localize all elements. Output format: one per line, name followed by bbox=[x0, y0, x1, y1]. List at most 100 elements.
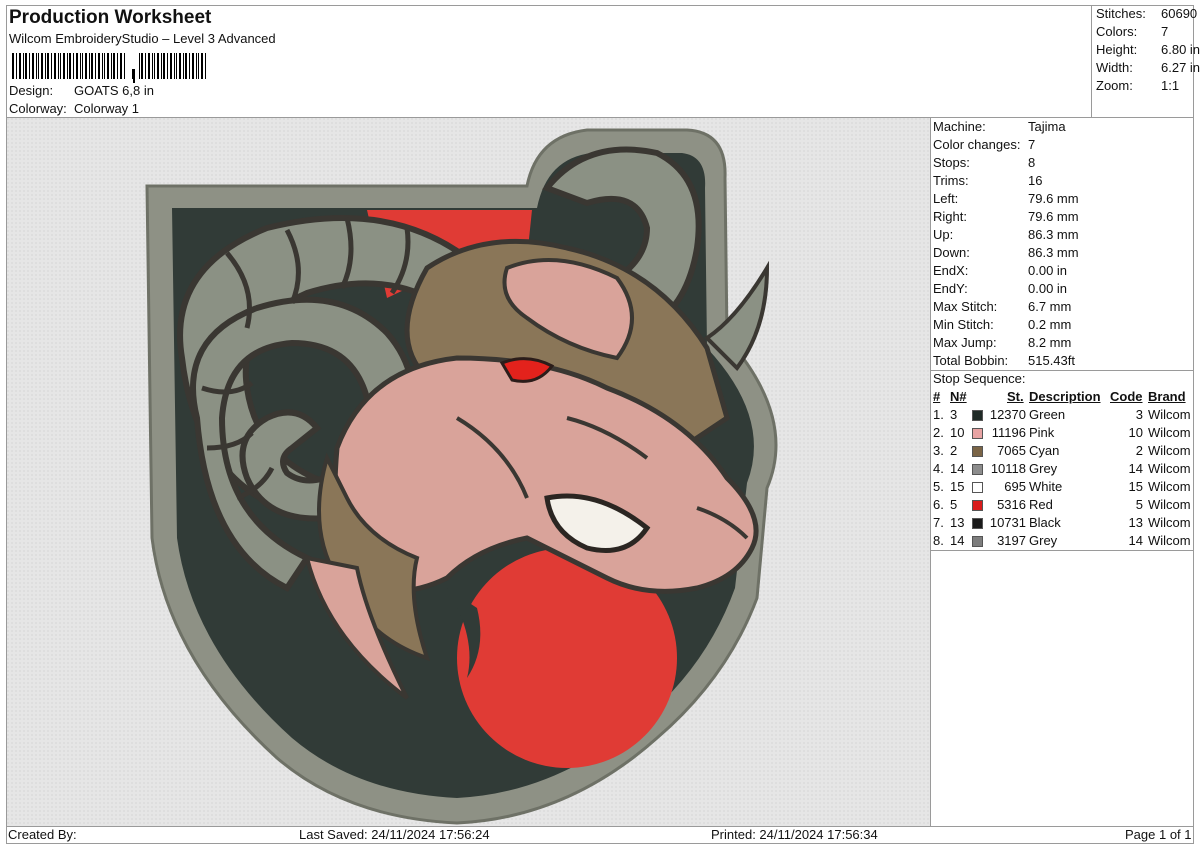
thread-brand: Wilcom bbox=[1148, 407, 1191, 422]
info-min-stitch: Min Stitch: 0.2 mm bbox=[933, 317, 1072, 332]
summary-zoom: Zoom: 1:1 bbox=[1096, 78, 1180, 93]
summary-stitches: Stitches: 60690 bbox=[1096, 6, 1198, 21]
thread-description: Grey bbox=[1029, 533, 1058, 548]
color-swatch bbox=[972, 464, 983, 475]
thread-code: 14 bbox=[1128, 461, 1143, 476]
thread-description: Red bbox=[1029, 497, 1053, 512]
table-divider bbox=[931, 550, 1194, 551]
needle-number: 13 bbox=[950, 515, 965, 530]
col-needle: N# bbox=[950, 389, 967, 404]
color-swatch bbox=[972, 482, 983, 493]
needle-number: 2 bbox=[950, 443, 958, 458]
needle-number: 14 bbox=[950, 461, 965, 476]
color-swatch bbox=[972, 536, 983, 547]
summary-width: Width: 6.27 in bbox=[1096, 60, 1200, 75]
worksheet-details: Machine: Tajima Color changes: 7 Stops: 8 T… bbox=[931, 118, 1194, 826]
color-swatch bbox=[972, 428, 983, 439]
info-color-changes: Color changes: 7 bbox=[933, 137, 1036, 152]
needle-number: 14 bbox=[950, 533, 965, 548]
thread-brand: Wilcom bbox=[1148, 533, 1191, 548]
info-max-stitch: Max Stitch: 6.7 mm bbox=[933, 299, 1072, 314]
info-down: Down: 86.3 mm bbox=[933, 245, 1079, 260]
color-swatch bbox=[972, 518, 983, 529]
stop-index: 6. bbox=[933, 497, 944, 512]
thread-brand: Wilcom bbox=[1148, 479, 1191, 494]
thread-description: Grey bbox=[1029, 461, 1058, 476]
thread-brand: Wilcom bbox=[1148, 497, 1191, 512]
col-brand: Brand bbox=[1148, 389, 1186, 404]
stitch-count: 7065 bbox=[997, 443, 1026, 458]
stitch-count: 10118 bbox=[990, 461, 1026, 476]
thread-description: Black bbox=[1029, 515, 1061, 530]
printed-date: Printed: 24/11/2024 17:56:34 bbox=[711, 827, 878, 842]
thread-code: 2 bbox=[1135, 443, 1143, 458]
info-right: Right: 79.6 mm bbox=[933, 209, 1079, 224]
worksheet-footer: Created By: Last Saved: 24/11/2024 17:56… bbox=[6, 826, 1194, 845]
stop-row: 5. 15 695 White 15 Wilcom bbox=[931, 479, 1194, 497]
info-stops: Stops: 8 bbox=[933, 155, 1036, 170]
thread-code: 5 bbox=[1135, 497, 1143, 512]
stitch-count: 12370 bbox=[989, 407, 1026, 422]
colorway-label: Colorway: bbox=[9, 101, 67, 116]
needle-number: 5 bbox=[950, 497, 958, 512]
stop-index: 7. bbox=[933, 515, 944, 530]
thread-description: Cyan bbox=[1029, 443, 1060, 458]
stitch-count: 695 bbox=[1004, 479, 1026, 494]
stop-row: 3. 2 7065 Cyan 2 Wilcom bbox=[931, 443, 1194, 461]
thread-brand: Wilcom bbox=[1148, 425, 1191, 440]
thread-brand: Wilcom bbox=[1148, 515, 1191, 530]
colorway-row: Colorway: Colorway 1 bbox=[9, 101, 139, 116]
barcode bbox=[12, 53, 206, 83]
needle-number: 10 bbox=[950, 425, 965, 440]
col-stitches: St. bbox=[1007, 389, 1024, 404]
stop-row: 4. 14 10118 Grey 14 Wilcom bbox=[931, 461, 1194, 479]
stop-index: 5. bbox=[933, 479, 944, 494]
info-endy: EndY: 0.00 in bbox=[933, 281, 1068, 296]
col-num: # bbox=[933, 389, 941, 404]
stop-index: 4. bbox=[933, 461, 944, 476]
needle-number: 3 bbox=[950, 407, 958, 422]
stop-row: 6. 5 5316 Red 5 Wilcom bbox=[931, 497, 1194, 515]
stop-index: 3. bbox=[933, 443, 944, 458]
stitch-count: 10731 bbox=[989, 515, 1026, 530]
info-up: Up: 86.3 mm bbox=[933, 227, 1079, 242]
thread-description: Pink bbox=[1029, 425, 1055, 440]
stitch-count: 11196 bbox=[991, 425, 1026, 440]
stop-row: 1. 3 12370 Green 3 Wilcom bbox=[931, 407, 1194, 425]
color-swatch bbox=[972, 410, 983, 421]
stop-index: 8. bbox=[933, 533, 944, 548]
worksheet-header: Production Worksheet Wilcom EmbroiderySt… bbox=[6, 5, 1091, 118]
thread-description: White bbox=[1029, 479, 1063, 494]
embroidery-design-image bbox=[7, 118, 930, 826]
colorway-name: Colorway 1 bbox=[74, 101, 140, 116]
summary-colors: Colors: 7 bbox=[1096, 24, 1169, 39]
thread-code: 3 bbox=[1135, 407, 1143, 422]
thread-code: 10 bbox=[1128, 425, 1143, 440]
stop-row: 2. 10 11196 Pink 10 Wilcom bbox=[931, 425, 1194, 443]
stop-sequence-title: Stop Sequence: bbox=[933, 371, 1026, 386]
stop-index: 1. bbox=[933, 407, 944, 422]
col-description: Description bbox=[1029, 389, 1101, 404]
summary-panel: Stitches: 60690 Colors: 7 Height: 6.80 in W… bbox=[1091, 5, 1200, 118]
stitch-count: 3197 bbox=[997, 533, 1026, 548]
info-max-jump: Max Jump: 8.2 mm bbox=[933, 335, 1072, 350]
thread-code: 13 bbox=[1128, 515, 1143, 530]
col-code: Code bbox=[1110, 389, 1143, 404]
info-trims: Trims: 16 bbox=[933, 173, 1043, 188]
color-swatch bbox=[972, 500, 983, 511]
design-name: GOATS 6,8 in bbox=[74, 83, 154, 98]
design-row: Design: GOATS 6,8 in bbox=[9, 83, 154, 98]
info-endx: EndX: 0.00 in bbox=[933, 263, 1068, 278]
created-by: Created By: bbox=[8, 827, 77, 842]
design-label: Design: bbox=[9, 83, 54, 98]
stop-row: 7. 13 10731 Black 13 Wilcom bbox=[931, 515, 1194, 533]
thread-brand: Wilcom bbox=[1148, 461, 1191, 476]
last-saved: Last Saved: 24/11/2024 17:56:24 bbox=[299, 827, 490, 842]
stop-row: 8. 14 3197 Grey 14 Wilcom bbox=[931, 533, 1194, 551]
stop-index: 2. bbox=[933, 425, 944, 440]
thread-description: Green bbox=[1029, 407, 1066, 422]
page-number: Page 1 of 1 bbox=[1125, 827, 1192, 842]
design-preview bbox=[7, 118, 931, 826]
worksheet-title: Production Worksheet bbox=[9, 7, 212, 28]
summary-height: Height: 6.80 in bbox=[1096, 42, 1200, 57]
